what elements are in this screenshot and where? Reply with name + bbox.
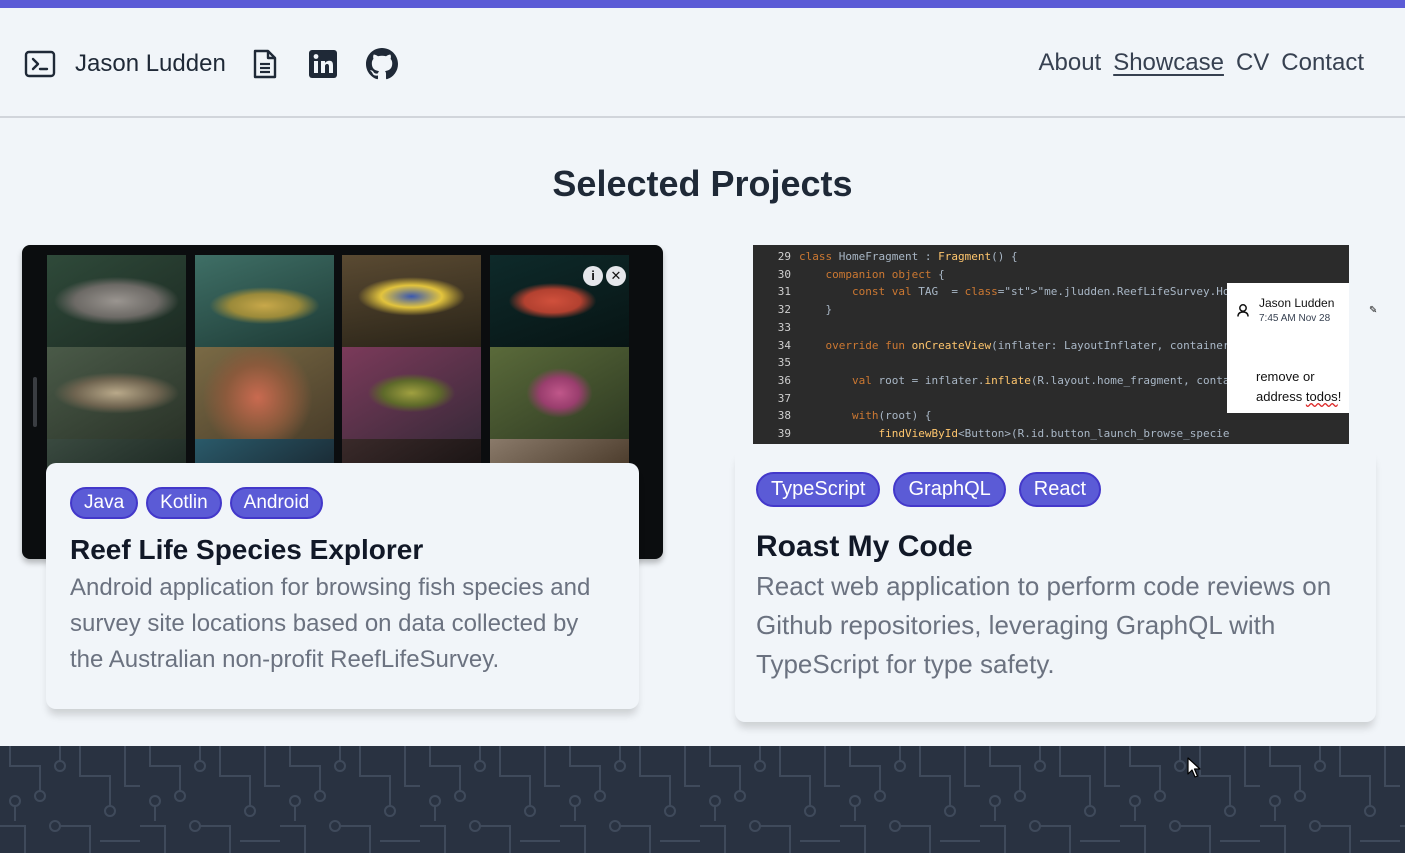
review-comment-popup[interactable]: Jason Ludden 7:45 AM Nov 28 ✎ remove or … [1227,283,1377,413]
tag-list: Java Kotlin Android [70,487,615,519]
code-line: 30 companion object { [777,268,945,281]
code-line: 32 } [777,303,833,316]
brand-name: Jason Ludden [75,50,226,77]
main-nav: About Showcase CV Contact [1038,49,1364,77]
mouse-cursor-icon [1187,757,1201,778]
fish-photo-8 [490,347,629,439]
tag-graphql[interactable]: GraphQL [893,472,1006,507]
comment-time: 7:45 AM Nov 28 [1259,313,1331,324]
project-description: React web application to perform code re… [756,571,1332,679]
fish-photo-2 [195,255,334,347]
code-line: 38 with(root) { [777,409,932,422]
comment-text-line-1: remove or [1256,369,1315,384]
project-title[interactable]: Roast My Code [756,529,1355,565]
fish-photo-6 [195,347,334,439]
tag-react[interactable]: React [1018,472,1101,507]
close-icon[interactable]: ✕ [606,266,626,286]
nav-contact[interactable]: Contact [1281,49,1364,77]
code-line: 29 class HomeFragment : Fragment() { [777,250,1018,263]
code-line: 39 findViewById<Button>(R.id.button_laun… [777,427,1230,440]
code-line: 33 [777,321,791,334]
project-description: Android application for browsing fish sp… [70,574,591,673]
tag-android[interactable]: Android [229,487,324,519]
tag-typescript[interactable]: TypeScript [756,472,881,507]
section-title: Selected Projects [552,163,853,204]
code-line: 35 [777,356,791,369]
nav-about[interactable]: About [1038,49,1101,77]
comment-text-line-2: address todos! [1256,389,1342,404]
code-line: 36 val root = inflater.inflate(R.layout.… [777,374,1230,387]
github-icon[interactable] [366,48,398,80]
tag-list: TypeScript GraphQL React [756,472,1355,507]
fish-photo-7 [342,347,481,439]
user-icon [1237,304,1249,317]
code-line: 37 [777,392,791,405]
linkedin-icon[interactable] [307,48,339,80]
edit-icon[interactable]: ✎ [1369,305,1377,316]
code-line: 34 override fun onCreateView(inflater: L… [777,339,1230,352]
misspelled-word: todos [1305,389,1338,404]
project-card-reef-life[interactable]: Java Kotlin Android Reef Life Species Ex… [46,463,639,709]
tag-kotlin[interactable]: Kotlin [146,487,222,519]
project-card-roast-my-code[interactable]: TypeScript GraphQL React Roast My Code R… [735,448,1376,722]
comment-author: Jason Ludden [1259,296,1335,310]
document-icon[interactable] [249,48,281,80]
nav-showcase[interactable]: Showcase [1113,49,1224,77]
nav-cv[interactable]: CV [1236,49,1269,77]
tag-java[interactable]: Java [70,487,139,519]
image-controls: i ✕ [583,266,626,286]
device-side-button [33,377,37,427]
info-icon[interactable]: i [583,266,603,286]
navbar: Jason Ludden About Showcase CV Contact [0,8,1405,118]
project-title[interactable]: Reef Life Species Explorer [70,534,615,566]
brand[interactable]: Jason Ludden [24,48,226,80]
terminal-icon [24,50,56,78]
fish-photo-3 [342,255,481,347]
fish-photo-1 [47,255,186,347]
fish-photo-5 [47,347,186,439]
accent-top-bar [0,0,1405,8]
code-line: 31 const val TAG = class="st">"me.jludde… [777,285,1303,298]
